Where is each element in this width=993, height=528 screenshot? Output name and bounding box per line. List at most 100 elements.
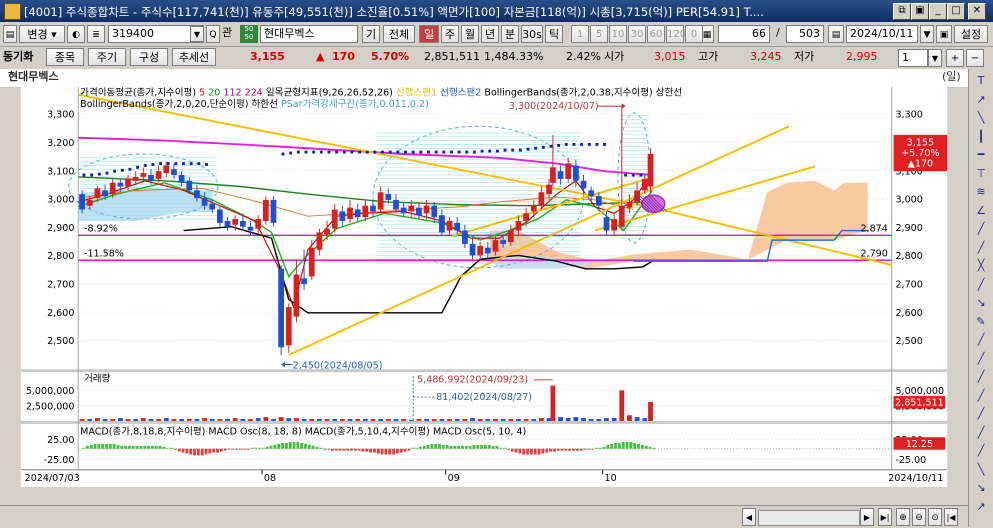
code-dropdown-icon[interactable]: ▼ bbox=[190, 26, 204, 42]
sync-label: 동기화 bbox=[3, 50, 34, 63]
minimize-button[interactable]: _ bbox=[929, 3, 947, 20]
psar-dot bbox=[120, 168, 124, 172]
draw-tool-23-icon[interactable]: ↘ bbox=[973, 480, 989, 496]
close-button[interactable]: ✕ bbox=[968, 3, 986, 20]
period-3-button[interactable]: 월 bbox=[461, 25, 479, 43]
volume-bar bbox=[117, 418, 123, 421]
scroll-end-icon[interactable]: ▶| bbox=[878, 508, 892, 526]
psar-dot bbox=[631, 173, 635, 177]
page-select[interactable]: 1 bbox=[898, 49, 928, 67]
period-6-button[interactable]: 30s bbox=[521, 25, 543, 43]
draw-tool-11-icon[interactable]: ╳ bbox=[973, 258, 989, 274]
zoom-out-icon[interactable]: ⊖ bbox=[912, 508, 926, 526]
zoom-reset-icon[interactable]: ⊙ bbox=[928, 508, 942, 526]
list-icon[interactable]: ≣ bbox=[87, 25, 105, 43]
draw-tool-14-icon[interactable]: ✎ bbox=[973, 314, 989, 330]
save-icon[interactable]: ▣ bbox=[936, 25, 952, 43]
candle-body bbox=[186, 180, 193, 191]
scroll-left-icon[interactable]: ◀ bbox=[742, 508, 756, 526]
draw-tool-22-icon[interactable]: ╲ bbox=[973, 462, 989, 478]
scrollbar-track[interactable] bbox=[758, 510, 860, 526]
maximize-button[interactable]: □ bbox=[947, 3, 965, 20]
draw-tool-5-icon[interactable]: ━ bbox=[973, 147, 989, 163]
draw-tool-6-icon[interactable]: ⊤ bbox=[973, 166, 989, 182]
interval-1-button[interactable]: 1 bbox=[571, 25, 589, 43]
date-input[interactable]: 2024/10/11 bbox=[846, 25, 918, 43]
zoom-in-icon[interactable]: ⊕ bbox=[896, 508, 910, 526]
draw-tool-4-icon[interactable]: ┃ bbox=[973, 129, 989, 145]
volume-bar bbox=[102, 419, 108, 421]
interval-120-button[interactable]: 120 bbox=[666, 25, 686, 43]
macd-osc-bar bbox=[235, 448, 239, 450]
interval-0-button[interactable]: 0 bbox=[685, 25, 703, 43]
draw-tool-2-icon[interactable]: ↗ bbox=[973, 92, 989, 108]
calendar-icon[interactable]: ▤ bbox=[828, 25, 844, 43]
menu-icon[interactable]: ▤ bbox=[3, 25, 17, 43]
macd-y-tick-left: -25.00 bbox=[44, 455, 75, 466]
draw-tool-7-icon[interactable]: ≋ bbox=[973, 184, 989, 200]
trendline-button[interactable]: 추세선 bbox=[172, 48, 216, 66]
page-dropdown-icon[interactable]: ▼ bbox=[928, 49, 942, 67]
macd-osc-bar bbox=[131, 445, 135, 449]
date-dropdown-icon[interactable]: ▼ bbox=[920, 25, 934, 43]
macd-osc-bar bbox=[269, 445, 273, 449]
candle-body bbox=[423, 205, 430, 214]
macd-osc-bar bbox=[158, 445, 162, 449]
price-y-tick-right: 2,800 bbox=[895, 251, 922, 262]
stock-name-field[interactable]: 현대무벡스 bbox=[260, 25, 358, 43]
draw-tool-24-icon[interactable]: ↗ bbox=[973, 499, 989, 515]
high-label: 고가 bbox=[698, 50, 719, 63]
all-button[interactable]: 전체 bbox=[383, 25, 415, 43]
macd-osc-bar bbox=[388, 448, 392, 455]
interval-5-button[interactable]: 5 bbox=[590, 25, 608, 43]
draw-tool-9-icon[interactable]: ╱ bbox=[973, 221, 989, 237]
tile-window-button[interactable]: ▣ bbox=[911, 3, 929, 20]
add-page-icon[interactable]: + bbox=[946, 49, 964, 67]
draw-tool-20-icon[interactable]: ╱ bbox=[973, 425, 989, 441]
draw-tool-15-icon[interactable]: ╱ bbox=[973, 332, 989, 348]
fit-left-icon[interactable]: |◀ bbox=[944, 508, 958, 526]
item-button[interactable]: 종목 bbox=[46, 48, 84, 66]
stock-chart[interactable]: 5,000,0005,000,0002,500,0002,500,000거래량5… bbox=[0, 87, 968, 487]
count-input[interactable]: 66 bbox=[718, 25, 770, 43]
period-2-button[interactable]: 주 bbox=[441, 25, 459, 43]
candle-body bbox=[171, 169, 177, 176]
period-4-button[interactable]: 년 bbox=[481, 25, 499, 43]
period-button[interactable]: 주기 bbox=[88, 48, 126, 66]
period-5-button[interactable]: 분 bbox=[501, 25, 519, 43]
compose-button[interactable]: 구성 bbox=[130, 48, 168, 66]
draw-tool-13-icon[interactable]: ↘ bbox=[973, 295, 989, 311]
draw-tool-16-icon[interactable]: ╱ bbox=[973, 351, 989, 367]
scroll-right-icon[interactable]: ▶ bbox=[860, 508, 874, 526]
macd-osc-bar bbox=[633, 442, 637, 449]
macd-osc-bar bbox=[128, 445, 131, 449]
draw-tool-10-icon[interactable]: ╱ bbox=[973, 240, 989, 256]
price-y-tick-left: 3,000 bbox=[47, 195, 74, 206]
macd-osc-bar bbox=[644, 445, 648, 449]
remove-page-icon[interactable]: − bbox=[966, 49, 984, 67]
draw-tool-1-icon[interactable]: T bbox=[973, 73, 989, 89]
draw-tool-19-icon[interactable]: ╱ bbox=[973, 406, 989, 422]
interval-30-button[interactable]: 30 bbox=[628, 25, 646, 43]
draw-tool-3-icon[interactable]: ╲ bbox=[973, 110, 989, 126]
draw-tool-17-icon[interactable]: ╱ bbox=[973, 369, 989, 385]
interval-60-button[interactable]: 60 bbox=[647, 25, 665, 43]
draw-tool-21-icon[interactable]: ╱ bbox=[973, 443, 989, 459]
change-menu-button[interactable]: 변경 ▾ bbox=[19, 25, 65, 43]
volume-bar bbox=[508, 419, 514, 421]
history-icon[interactable]: ◐ bbox=[67, 25, 85, 43]
settings-button[interactable]: 설정 bbox=[954, 25, 988, 43]
draw-tool-18-icon[interactable]: ╱ bbox=[973, 388, 989, 404]
restore-window-button[interactable]: ⧉ bbox=[893, 3, 911, 20]
volume-bar bbox=[485, 419, 491, 421]
macd-osc-bar bbox=[105, 443, 108, 449]
search-icon[interactable]: Q bbox=[206, 25, 220, 43]
draw-tool-8-icon[interactable]: ∠ bbox=[973, 203, 989, 219]
interval-10-button[interactable]: 10 bbox=[609, 25, 627, 43]
draw-tool-12-icon[interactable]: ╱ bbox=[973, 277, 989, 293]
period-1-button[interactable]: 일 bbox=[419, 25, 439, 43]
period-7-button[interactable]: 틱 bbox=[545, 25, 563, 43]
volume-bar bbox=[477, 419, 483, 421]
psar-dot bbox=[151, 163, 155, 166]
gi-button[interactable]: 기 bbox=[362, 25, 380, 43]
